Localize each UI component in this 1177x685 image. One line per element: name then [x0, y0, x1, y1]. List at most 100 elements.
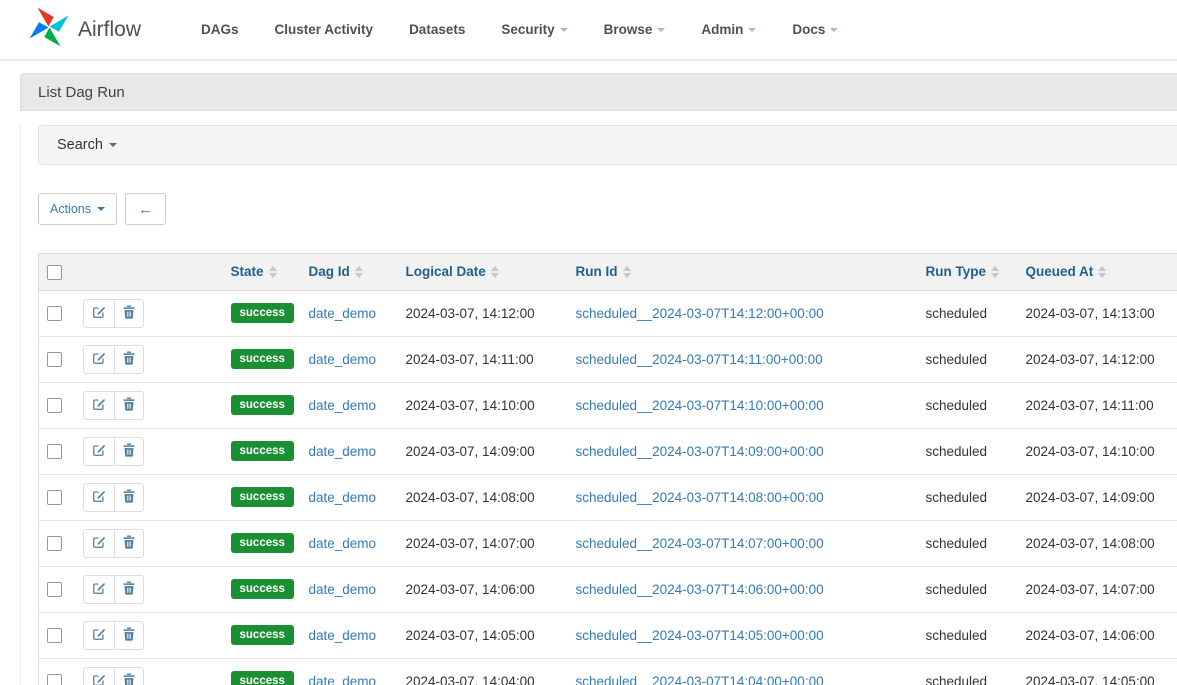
row-select-cell	[39, 290, 75, 336]
nav-item-security[interactable]: Security	[483, 12, 585, 47]
row-select-cell	[39, 658, 75, 685]
run-type-cell: scheduled	[918, 382, 1018, 428]
row-select-cell	[39, 382, 75, 428]
select-all-checkbox[interactable]	[47, 265, 62, 280]
logical-date-cell: 2024-03-07, 14:04:00	[398, 658, 568, 685]
airflow-brand[interactable]: Airflow	[28, 6, 141, 53]
run-id-link[interactable]: scheduled__2024-03-07T14:04:00+00:00	[576, 674, 824, 685]
state-badge: success	[231, 395, 294, 415]
edit-button[interactable]	[84, 622, 114, 649]
run-type-cell: scheduled	[918, 474, 1018, 520]
column-header-label: Run Id	[576, 264, 618, 279]
actions-button[interactable]: Actions	[38, 193, 117, 225]
dag-id-cell: date_demo	[301, 336, 398, 382]
row-select-cell	[39, 428, 75, 474]
caret-down-icon	[109, 143, 117, 147]
sort-icon[interactable]	[491, 266, 499, 278]
delete-button[interactable]	[114, 530, 143, 557]
dag-id-link[interactable]: date_demo	[309, 306, 377, 321]
nav-item-browse[interactable]: Browse	[586, 12, 684, 47]
row-checkbox[interactable]	[47, 582, 62, 597]
trash-icon	[123, 443, 135, 460]
run-id-link[interactable]: scheduled__2024-03-07T14:06:00+00:00	[576, 582, 824, 597]
nav-item-admin[interactable]: Admin	[683, 12, 774, 47]
sort-icon[interactable]	[1098, 266, 1106, 278]
sort-icon[interactable]	[623, 266, 631, 278]
dag-id-link[interactable]: date_demo	[309, 628, 377, 643]
row-checkbox[interactable]	[47, 536, 62, 551]
run-id-link[interactable]: scheduled__2024-03-07T14:05:00+00:00	[576, 628, 824, 643]
caret-down-icon	[657, 28, 665, 32]
edit-button[interactable]	[84, 668, 114, 685]
nav-item-docs[interactable]: Docs	[774, 12, 856, 47]
dag-id-cell: date_demo	[301, 290, 398, 336]
nav-item-datasets[interactable]: Datasets	[391, 12, 483, 47]
state-badge: success	[231, 487, 294, 507]
row-checkbox[interactable]	[47, 628, 62, 643]
delete-button[interactable]	[114, 392, 143, 419]
sort-icon[interactable]	[269, 266, 277, 278]
run-id-link[interactable]: scheduled__2024-03-07T14:11:00+00:00	[576, 352, 823, 367]
column-header-logical-date[interactable]: Logical Date	[398, 254, 568, 291]
row-checkbox[interactable]	[47, 444, 62, 459]
page-title: List Dag Run	[38, 84, 125, 101]
dag-id-link[interactable]: date_demo	[309, 444, 377, 459]
delete-button[interactable]	[114, 484, 143, 511]
column-header-dag-id[interactable]: Dag Id	[301, 254, 398, 291]
row-checkbox[interactable]	[47, 306, 62, 321]
dag-id-link[interactable]: date_demo	[309, 398, 377, 413]
edit-button[interactable]	[84, 346, 114, 373]
edit-button[interactable]	[84, 438, 114, 465]
edit-button[interactable]	[84, 300, 114, 327]
queued-at-cell: 2024-03-07, 14:10:00	[1018, 428, 1177, 474]
row-actions-cell	[75, 612, 223, 658]
dag-id-link[interactable]: date_demo	[309, 536, 377, 551]
run-id-link[interactable]: scheduled__2024-03-07T14:12:00+00:00	[576, 306, 824, 321]
back-button[interactable]: ←	[125, 193, 166, 225]
dag-id-cell: date_demo	[301, 658, 398, 685]
row-checkbox[interactable]	[47, 352, 62, 367]
delete-button[interactable]	[114, 576, 143, 603]
edit-button[interactable]	[84, 484, 114, 511]
run-id-cell: scheduled__2024-03-07T14:10:00+00:00	[568, 382, 918, 428]
queued-at-cell: 2024-03-07, 14:08:00	[1018, 520, 1177, 566]
run-id-link[interactable]: scheduled__2024-03-07T14:08:00+00:00	[576, 490, 824, 505]
run-type-cell: scheduled	[918, 290, 1018, 336]
sort-icon[interactable]	[991, 266, 999, 278]
row-checkbox[interactable]	[47, 398, 62, 413]
delete-button[interactable]	[114, 438, 143, 465]
trash-icon	[123, 397, 135, 414]
delete-button[interactable]	[114, 346, 143, 373]
row-checkbox[interactable]	[47, 490, 62, 505]
delete-button[interactable]	[114, 622, 143, 649]
column-header-queued-at[interactable]: Queued At	[1018, 254, 1177, 291]
search-dropdown[interactable]: Search	[38, 125, 1177, 165]
dag-id-link[interactable]: date_demo	[309, 582, 377, 597]
nav-item-cluster-activity[interactable]: Cluster Activity	[257, 12, 392, 47]
row-checkbox[interactable]	[47, 674, 62, 685]
nav-item-dags[interactable]: DAGs	[183, 12, 257, 47]
dag-id-link[interactable]: date_demo	[309, 674, 377, 685]
edit-button[interactable]	[84, 576, 114, 603]
edit-button[interactable]	[84, 530, 114, 557]
list-dag-run-panel: List Dag Run Search Actions ←	[20, 73, 1177, 685]
run-id-cell: scheduled__2024-03-07T14:04:00+00:00	[568, 658, 918, 685]
delete-button[interactable]	[114, 668, 143, 685]
dag-id-link[interactable]: date_demo	[309, 490, 377, 505]
run-id-link[interactable]: scheduled__2024-03-07T14:10:00+00:00	[576, 398, 824, 413]
dag-id-link[interactable]: date_demo	[309, 352, 377, 367]
column-header-state[interactable]: State	[223, 254, 301, 291]
column-header-run-id[interactable]: Run Id	[568, 254, 918, 291]
delete-button[interactable]	[114, 300, 143, 327]
select-all-cell	[39, 254, 75, 291]
nav-item-label: Datasets	[409, 22, 465, 37]
run-id-cell: scheduled__2024-03-07T14:08:00+00:00	[568, 474, 918, 520]
row-actions-cell	[75, 382, 223, 428]
run-id-link[interactable]: scheduled__2024-03-07T14:09:00+00:00	[576, 444, 824, 459]
run-id-cell: scheduled__2024-03-07T14:09:00+00:00	[568, 428, 918, 474]
state-cell: success	[223, 382, 301, 428]
edit-button[interactable]	[84, 392, 114, 419]
column-header-run-type[interactable]: Run Type	[918, 254, 1018, 291]
run-id-link[interactable]: scheduled__2024-03-07T14:07:00+00:00	[576, 536, 824, 551]
sort-icon[interactable]	[355, 266, 363, 278]
